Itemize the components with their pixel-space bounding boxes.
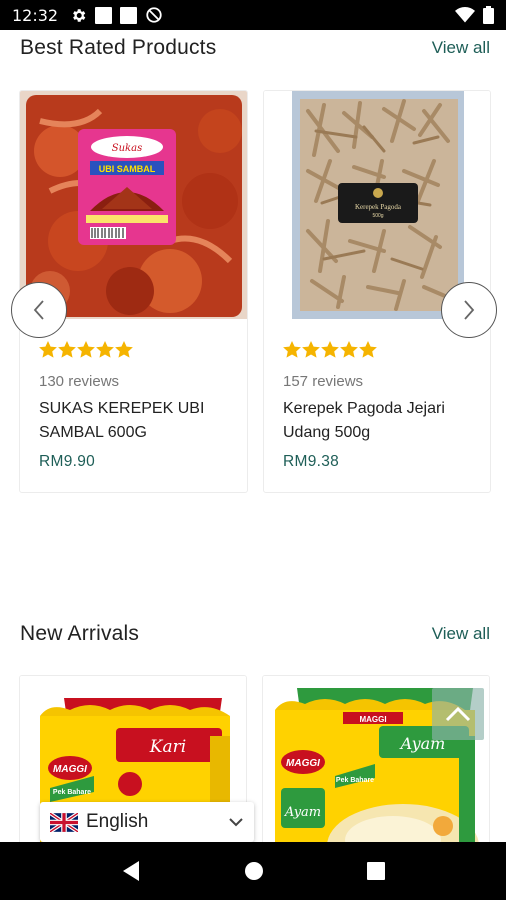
brand-logo: MAGGI — [53, 764, 87, 775]
language-select[interactable]: English — [40, 802, 254, 842]
star-icon — [96, 341, 114, 358]
carousel-next-button[interactable] — [441, 282, 497, 338]
flavour-label: Ayam — [284, 805, 321, 820]
screen: 12:32 Best Rated Products View all Sukas… — [0, 0, 506, 900]
status-time: 12:32 — [12, 5, 59, 25]
flavour-label: Kari — [149, 737, 186, 757]
svg-text:500g: 500g — [372, 213, 383, 219]
language-label: English — [86, 811, 149, 832]
product-image[interactable]: Sukas UBI SAMBAL — [20, 91, 247, 319]
chevron-right-icon — [464, 300, 475, 320]
navigation-bar — [0, 842, 506, 900]
chevron-up-icon — [445, 706, 471, 722]
back-icon[interactable] — [121, 860, 141, 882]
notification-icon — [95, 6, 113, 24]
star-icon — [77, 341, 95, 358]
do-not-disturb-icon — [146, 7, 162, 23]
new-arrivals-header: New Arrivals View all — [20, 622, 490, 646]
view-all-link[interactable]: View all — [432, 38, 490, 58]
recents-icon[interactable] — [366, 862, 385, 880]
star-icon — [302, 341, 320, 358]
wifi-icon — [455, 7, 475, 23]
product-name[interactable]: Kerepek Pagoda Jejari Udang 500g — [283, 397, 473, 445]
brand-logo: MAGGI — [359, 715, 386, 724]
status-bar: 12:32 — [0, 0, 506, 30]
review-count: 157 reviews — [283, 373, 364, 390]
star-icon — [321, 341, 339, 358]
svg-text:Sukas: Sukas — [112, 143, 142, 154]
star-icon — [58, 341, 76, 358]
view-all-link[interactable]: View all — [432, 624, 490, 644]
chevron-down-icon — [229, 818, 243, 827]
rating-stars — [283, 341, 377, 358]
section-title: New Arrivals — [20, 622, 140, 645]
star-icon — [39, 341, 57, 358]
star-icon — [359, 341, 377, 358]
home-icon[interactable] — [244, 861, 264, 881]
product-price: RM9.38 — [283, 453, 340, 470]
product-name[interactable]: SUKAS KEREPEK UBI SAMBAL 600G — [39, 397, 229, 445]
carousel-prev-button[interactable] — [11, 282, 67, 338]
notification-icon — [120, 6, 138, 24]
rating-stars — [39, 341, 133, 358]
tag-label: Pek Bahare — [336, 777, 374, 784]
gear-icon — [73, 8, 86, 22]
product-price: RM9.90 — [39, 453, 96, 470]
uk-flag-icon — [50, 812, 78, 832]
tag-label: Pek Bahare — [53, 789, 91, 796]
svg-text:Kerepek Pagoda: Kerepek Pagoda — [355, 203, 402, 211]
chevron-left-icon — [33, 300, 44, 320]
section-title: Best Rated Products — [20, 36, 217, 59]
battery-icon — [483, 6, 494, 24]
brand-logo: MAGGI — [286, 758, 320, 769]
star-icon — [283, 341, 301, 358]
svg-text:UBI SAMBAL: UBI SAMBAL — [99, 164, 156, 174]
star-icon — [115, 341, 133, 358]
star-icon — [340, 341, 358, 358]
review-count: 130 reviews — [39, 373, 120, 390]
best-rated-header: Best Rated Products View all — [20, 36, 490, 60]
scroll-to-top-button[interactable] — [432, 688, 484, 740]
